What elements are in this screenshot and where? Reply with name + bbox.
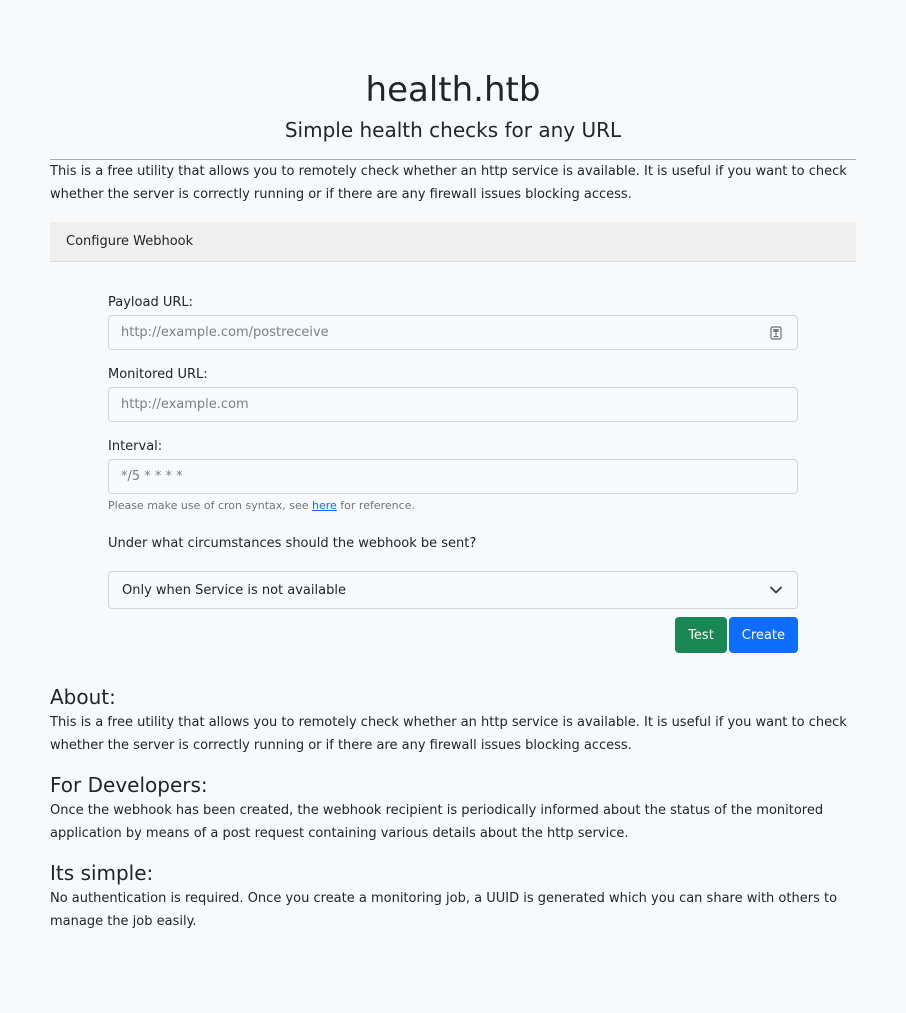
webhook-card-title: Configure Webhook <box>66 234 194 249</box>
about-section: About: This is a free utility that allow… <box>50 683 856 757</box>
webhook-form: Payload URL: Monitored URL: Interval: Pl… <box>108 262 798 653</box>
payload-url-label: Payload URL: <box>108 295 194 310</box>
chevron-down-icon <box>770 586 782 594</box>
password-manager-icon[interactable] <box>770 326 782 340</box>
site-title: health.htb <box>365 70 541 110</box>
payload-url-field <box>108 315 798 350</box>
payload-url-input[interactable] <box>109 316 797 349</box>
about-heading: About: <box>50 685 116 709</box>
cron-hint-after: for reference. <box>336 499 415 512</box>
webhook-condition-value: Only when Service is not available <box>122 582 346 598</box>
cron-hint: Please make use of cron syntax, see here… <box>108 498 798 514</box>
page-container: health.htb Simple health checks for any … <box>50 0 856 933</box>
test-button[interactable]: Test <box>675 617 727 653</box>
simple-heading: Its simple: <box>50 861 154 885</box>
monitored-url-field <box>108 387 798 422</box>
developers-section: For Developers: Once the webhook has bee… <box>50 771 856 845</box>
cron-reference-link[interactable]: here <box>312 499 337 512</box>
webhook-condition-select[interactable]: Only when Service is not available <box>108 571 798 609</box>
interval-label: Interval: <box>108 439 163 454</box>
intro-text: This is a free utility that allows you t… <box>50 164 847 202</box>
create-button[interactable]: Create <box>728 617 798 653</box>
webhook-condition-question: Under what circumstances should the webh… <box>108 536 477 551</box>
interval-field <box>108 459 798 494</box>
simple-section: Its simple: No authentication is require… <box>50 859 856 933</box>
monitored-url-label: Monitored URL: <box>108 367 208 382</box>
developers-text: Once the webhook has been created, the w… <box>50 803 824 841</box>
developers-heading: For Developers: <box>50 773 208 797</box>
site-subtitle: Simple health checks for any URL <box>284 118 622 142</box>
monitored-url-input[interactable] <box>109 388 797 421</box>
interval-input[interactable] <box>109 460 797 493</box>
form-buttons: Test Create <box>108 617 798 653</box>
cron-hint-before: Please make use of cron syntax, see <box>108 499 313 512</box>
webhook-card-header: Configure Webhook <box>50 222 856 262</box>
simple-text: No authentication is required. Once you … <box>50 891 838 929</box>
about-text: This is a free utility that allows you t… <box>50 715 847 753</box>
